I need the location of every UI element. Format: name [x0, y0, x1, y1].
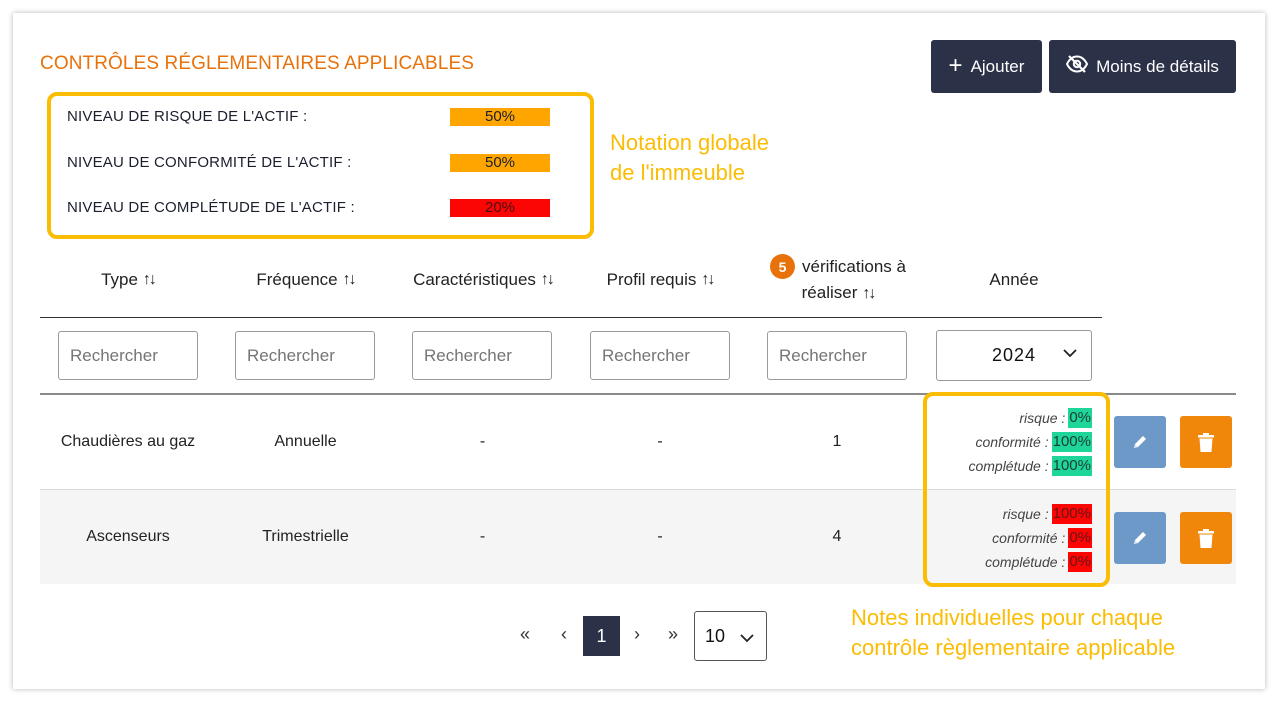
column-frequence-label: Fréquence	[256, 270, 338, 289]
per-page-select[interactable]: 10	[694, 611, 767, 661]
global-annotation-line1: Notation globale	[610, 130, 770, 155]
column-profil-label: Profil requis	[606, 270, 697, 289]
less-details-button[interactable]: Moins de détails	[1049, 40, 1236, 93]
column-header-frequence[interactable]: Fréquence ↑↓	[235, 268, 376, 292]
row1-verifications: 1	[832, 433, 842, 450]
individual-scores-highlight	[923, 392, 1110, 587]
sort-icon: ↑↓	[701, 271, 715, 288]
plus-icon: +	[948, 51, 963, 79]
completeness-level-bar: 20%	[450, 199, 550, 217]
column-verif-label-2: réaliser	[801, 282, 858, 302]
current-page-button[interactable]: 1	[583, 616, 620, 656]
row1-profil: -	[657, 433, 663, 450]
next-page-button[interactable]: ›	[634, 624, 640, 645]
individual-annotation-line2: contrôle règlementaire applicable	[851, 635, 1176, 660]
add-button-label: Ajouter	[970, 56, 1025, 76]
row1-type: Chaudières au gaz	[60, 433, 196, 450]
row2-frequence: Trimestrielle	[262, 528, 349, 545]
trash-icon	[1198, 528, 1214, 548]
individual-annotation: Notes individuelles pour chaque contrôle…	[851, 603, 1175, 663]
sort-icon: ↑↓	[142, 271, 157, 288]
row2-delete-button[interactable]	[1180, 512, 1232, 564]
row2-profil: -	[657, 528, 663, 545]
global-annotation-line2: de l'immeuble	[610, 160, 746, 185]
column-header-verifications[interactable]: 5 vérifications à réaliser ↑↓	[752, 254, 924, 305]
completeness-level-label: NIVEAU DE COMPLÉTUDE DE L'ACTIF :	[67, 199, 355, 216]
first-page-button[interactable]: «	[520, 624, 530, 645]
less-details-label: Moins de détails	[1096, 56, 1219, 76]
sort-icon: ↑↓	[342, 271, 357, 288]
chevron-down-icon	[1063, 349, 1077, 358]
search-input-caracteristiques[interactable]	[412, 331, 552, 380]
year-select-value: 2024	[991, 345, 1037, 365]
row2-edit-button[interactable]	[1114, 512, 1166, 564]
verification-count-badge: 5	[770, 254, 796, 279]
search-input-frequence[interactable]	[235, 331, 375, 380]
row1-delete-button[interactable]	[1180, 416, 1232, 468]
column-header-annee: Année	[989, 270, 1039, 289]
sort-icon: ↑↓	[540, 271, 555, 288]
last-page-button[interactable]: »	[668, 624, 678, 645]
chevron-down-icon	[740, 634, 754, 643]
prev-page-button[interactable]: ‹	[561, 624, 567, 645]
row1-frequence: Annuelle	[274, 433, 337, 450]
search-input-profil[interactable]	[590, 331, 730, 380]
column-header-type[interactable]: Type ↑↓	[58, 268, 198, 292]
conformity-level-bar: 50%	[450, 154, 550, 172]
search-input-type[interactable]	[58, 331, 198, 380]
search-input-verifications[interactable]	[767, 331, 907, 380]
column-header-caracteristiques[interactable]: Caractéristiques ↑↓	[402, 268, 564, 292]
trash-icon	[1198, 432, 1214, 452]
per-page-value: 10	[705, 625, 726, 646]
sort-icon: ↑↓	[862, 284, 876, 302]
row1-caracteristiques: -	[479, 433, 486, 450]
row2-type: Ascenseurs	[86, 528, 170, 545]
row2-caracteristiques: -	[479, 528, 486, 545]
risk-level-bar: 50%	[450, 108, 550, 126]
row2-verifications: 4	[832, 528, 842, 545]
row1-edit-button[interactable]	[1114, 416, 1166, 468]
eye-slash-icon	[1065, 55, 1089, 78]
pencil-icon	[1134, 436, 1146, 448]
column-type-label: Type	[101, 270, 138, 289]
year-select[interactable]: 2024	[936, 330, 1092, 381]
column-verif-label-1: vérifications à	[802, 256, 906, 276]
individual-annotation-line1: Notes individuelles pour chaque	[851, 605, 1163, 630]
section-title: CONTRÔLES RÉGLEMENTAIRES APPLICABLES	[40, 53, 475, 74]
add-button[interactable]: + Ajouter	[931, 40, 1042, 93]
pencil-icon	[1134, 532, 1146, 544]
column-header-profil[interactable]: Profil requis ↑↓	[590, 268, 730, 292]
global-annotation: Notation globale de l'immeuble	[610, 128, 769, 188]
conformity-level-label: NIVEAU DE CONFORMITÉ DE L'ACTIF :	[67, 154, 352, 171]
risk-level-label: NIVEAU DE RISQUE DE L'ACTIF :	[67, 108, 308, 125]
column-caracteristiques-label: Caractéristiques	[413, 270, 536, 289]
header-divider	[40, 317, 1102, 318]
